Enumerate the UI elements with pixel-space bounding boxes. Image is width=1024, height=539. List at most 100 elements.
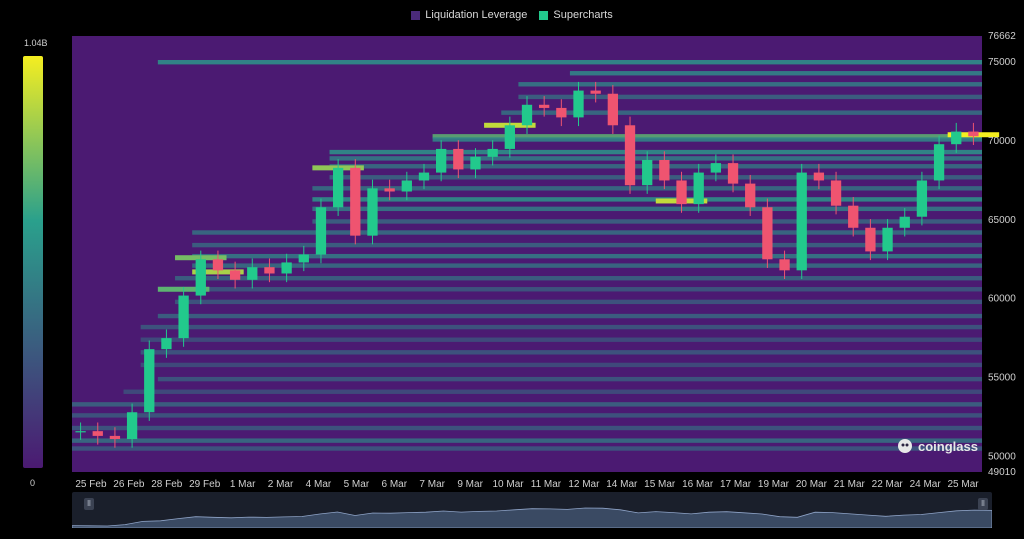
liquidation-level-band <box>72 438 982 443</box>
price-candle <box>453 148 464 170</box>
price-candle <box>745 183 756 208</box>
navigator-price-area <box>72 507 992 528</box>
price-candle <box>350 167 361 236</box>
price-candle <box>813 172 825 181</box>
price-candle <box>539 104 550 108</box>
x-tick-label: 12 Mar <box>568 479 600 490</box>
price-candle <box>796 172 807 271</box>
x-tick-label: 17 Mar <box>720 479 752 490</box>
price-candle <box>676 180 687 205</box>
x-tick-label: 6 Mar <box>382 479 408 490</box>
price-candle <box>126 412 138 440</box>
liquidation-level-band <box>569 71 982 76</box>
coinglass-watermark: coinglass <box>896 437 978 455</box>
x-tick-label: 20 Mar <box>796 479 828 490</box>
price-candle <box>779 259 790 271</box>
price-candle <box>161 338 172 350</box>
liquidation-level-band <box>140 362 982 368</box>
x-tick-label: 24 Mar <box>910 479 942 490</box>
price-candle <box>281 262 292 274</box>
liquidation-level-band <box>157 60 982 65</box>
x-tick-label: 22 Mar <box>872 479 904 490</box>
price-candle <box>109 435 121 440</box>
price-candle <box>882 227 893 252</box>
y-tick-label: 75000 <box>988 57 1016 68</box>
navigator-left-handle[interactable]: ll <box>84 498 94 510</box>
liquidation-level-band <box>501 110 982 115</box>
x-tick-label: 21 Mar <box>834 479 866 490</box>
price-candle <box>951 131 962 145</box>
liquidation-heatmap-chart[interactable]: 49010 50000 55000 60000 65000 70000 75000 76662… <box>0 0 1024 539</box>
price-candle <box>504 125 515 149</box>
price-candle <box>264 267 275 274</box>
price-candle <box>178 295 189 339</box>
liquidation-level-band <box>123 389 982 394</box>
price-candle <box>75 431 86 433</box>
x-tick-label: 28 Feb <box>151 479 183 490</box>
liquidation-level-band <box>192 230 983 235</box>
liquidation-level-band <box>72 446 982 451</box>
liquidation-level-band <box>157 376 982 382</box>
price-candle <box>933 144 945 181</box>
price-candle <box>521 104 533 126</box>
liquidation-level-band <box>72 413 982 418</box>
price-candle <box>332 167 344 208</box>
price-candle <box>642 159 653 186</box>
y-tick-label: 55000 <box>988 373 1016 384</box>
x-tick-label: 25 Feb <box>75 479 107 490</box>
price-candle <box>315 207 327 255</box>
time-navigator[interactable]: ll ll <box>72 492 992 528</box>
price-candle <box>556 107 567 118</box>
price-candle <box>367 188 378 236</box>
liquidation-level-band <box>157 313 982 319</box>
price-candle <box>659 159 670 181</box>
y-tick-label: 60000 <box>988 294 1016 305</box>
x-tick-label: 16 Mar <box>682 479 714 490</box>
x-tick-label: 11 Mar <box>531 479 562 490</box>
price-candle <box>710 163 722 173</box>
liquidation-level-band <box>312 219 983 224</box>
liquidation-level-band <box>192 263 983 268</box>
price-candle <box>144 349 155 413</box>
navigator-right-handle[interactable]: ll <box>978 498 988 510</box>
y-tick-label: 49010 <box>988 467 1016 478</box>
liquidation-level-band <box>192 242 983 248</box>
price-candle <box>727 163 739 184</box>
price-candle <box>968 131 979 137</box>
price-candle <box>865 227 876 252</box>
x-tick-label: 14 Mar <box>606 479 638 490</box>
price-candle <box>470 156 481 170</box>
coinglass-logo-icon <box>898 439 912 453</box>
liquidation-level-band <box>329 164 982 169</box>
liquidation-level-band <box>329 149 982 155</box>
watermark-text: coinglass <box>918 438 978 454</box>
liquidation-level-band <box>175 287 983 292</box>
liquidation-level-band <box>175 299 983 305</box>
x-tick-label: 15 Mar <box>644 479 676 490</box>
price-candle <box>607 93 618 126</box>
price-candle <box>418 172 430 181</box>
x-axis: 25 Feb 26 Feb 28 Feb 29 Feb 1 Mar 2 Mar 4 Mar 5… <box>75 479 979 490</box>
price-candle <box>916 180 928 217</box>
price-candle <box>229 270 241 280</box>
price-candle <box>247 267 258 280</box>
liquidation-level-band <box>518 82 982 87</box>
liquidation-level-band <box>329 156 982 161</box>
x-tick-label: 2 Mar <box>268 479 294 490</box>
x-tick-label: 19 Mar <box>758 479 790 490</box>
price-candle <box>401 180 412 192</box>
heatmap-layer <box>72 36 1000 472</box>
price-candle <box>693 172 704 205</box>
y-tick-label: 65000 <box>988 215 1016 226</box>
x-tick-label: 1 Mar <box>230 479 256 490</box>
price-candle <box>195 259 206 296</box>
price-candle <box>624 125 636 186</box>
x-tick-label: 4 Mar <box>306 479 332 490</box>
x-tick-label: 9 Mar <box>457 479 483 490</box>
price-candle <box>212 259 224 271</box>
liquidation-level-band <box>72 402 982 407</box>
liquidation-level-band <box>312 206 983 212</box>
y-tick-label: 50000 <box>988 451 1016 462</box>
liquidation-level-band <box>192 253 983 259</box>
x-tick-label: 29 Feb <box>189 479 221 490</box>
